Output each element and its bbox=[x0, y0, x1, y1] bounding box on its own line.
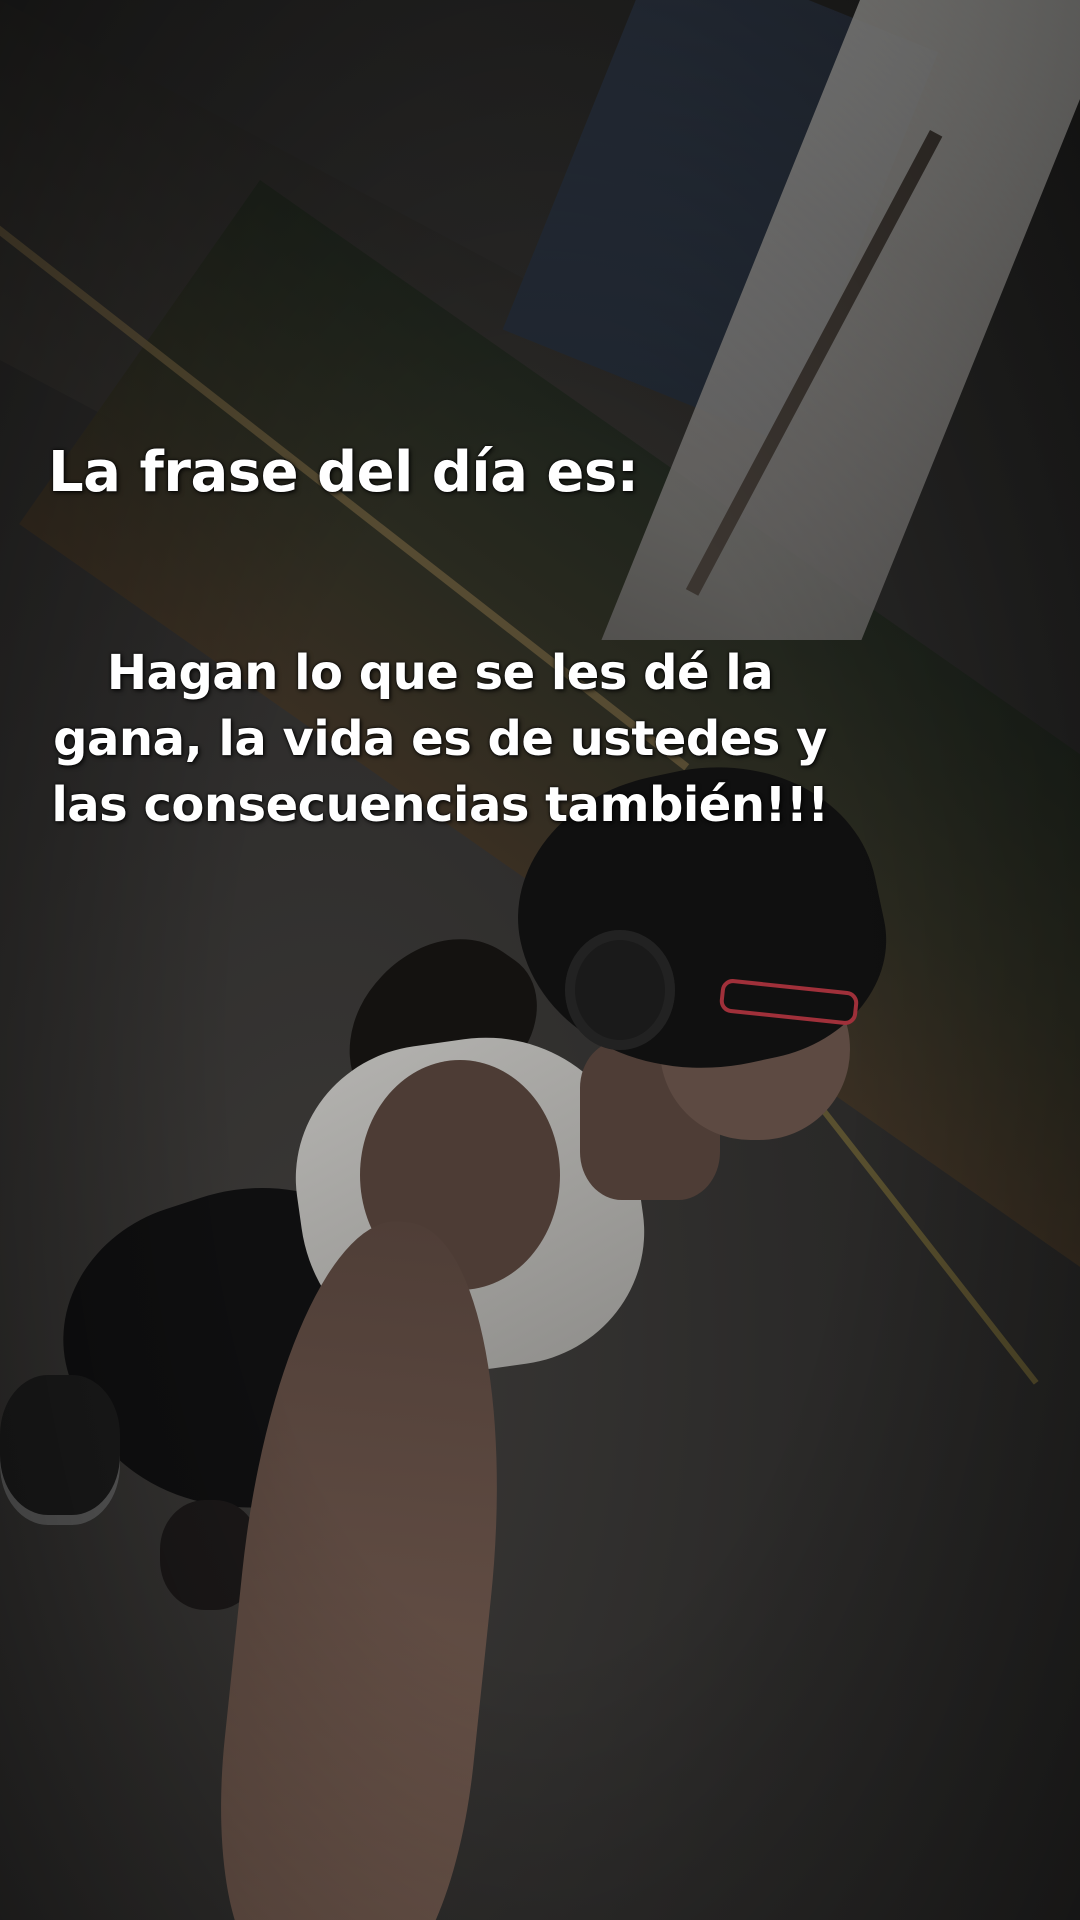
vignette bbox=[0, 0, 1080, 1920]
caption-quote: Hagan lo que se les dé la gana, la vida … bbox=[51, 645, 829, 833]
background-photo bbox=[0, 0, 1080, 1920]
video-frame[interactable]: La frase del día es: Hagan lo que se les… bbox=[0, 0, 1080, 1920]
caption-title: La frase del día es: bbox=[48, 440, 639, 505]
